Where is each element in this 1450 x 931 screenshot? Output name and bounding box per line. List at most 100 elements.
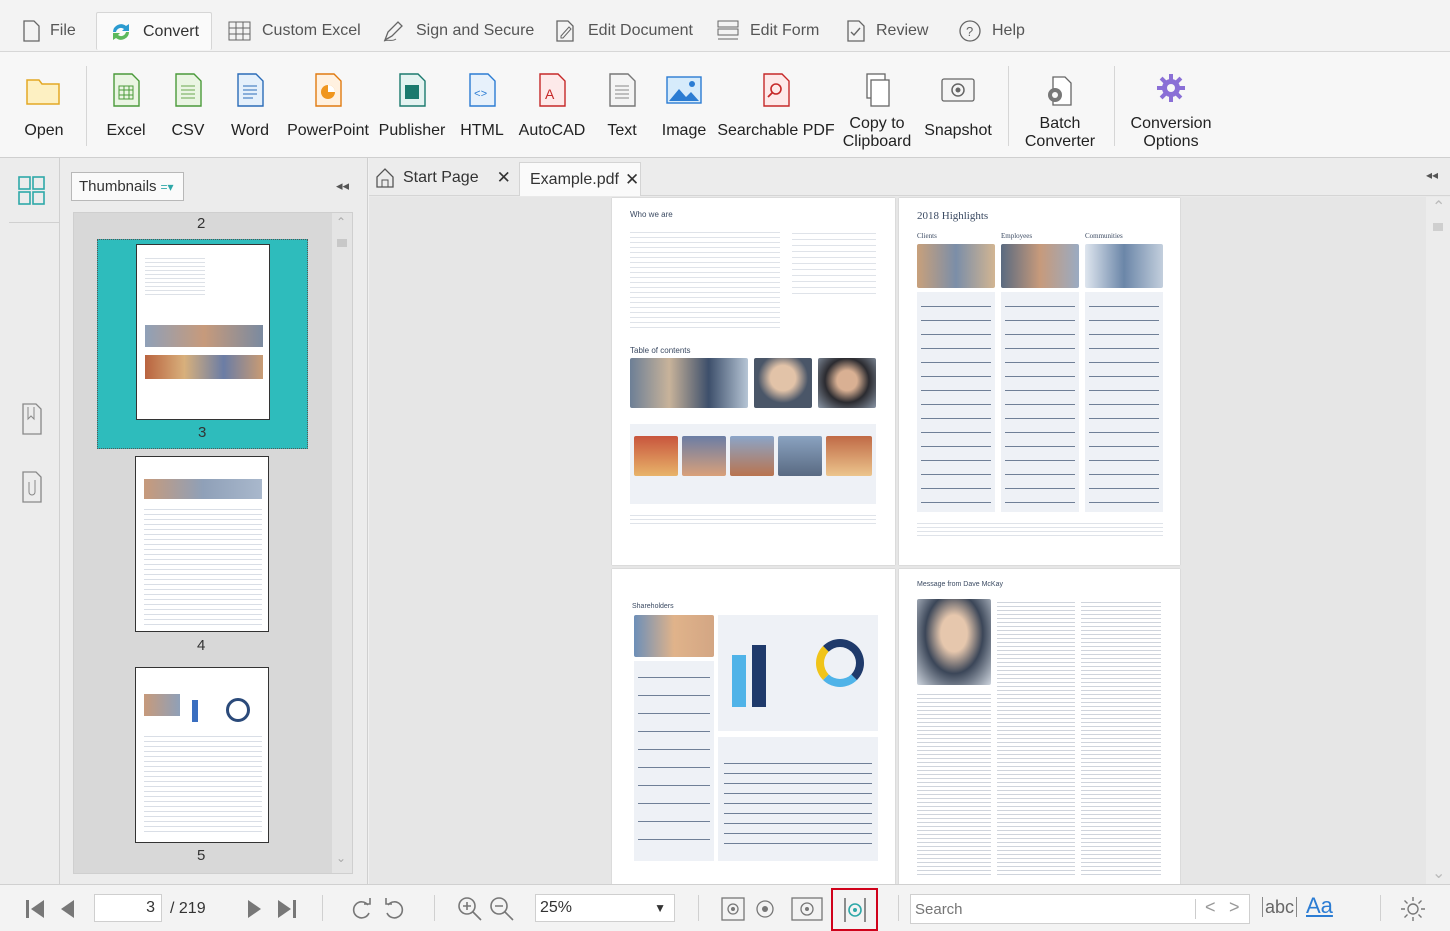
tab-edit-form[interactable]: Edit Form bbox=[716, 12, 819, 50]
tab-custom-excel[interactable]: Custom Excel bbox=[228, 12, 361, 50]
tab-help-label: Help bbox=[992, 22, 1025, 39]
page-text-block bbox=[917, 691, 991, 876]
attachment-icon[interactable] bbox=[20, 470, 44, 504]
view-continuous-icon[interactable] bbox=[752, 896, 778, 922]
thumbnail-page-4[interactable] bbox=[135, 456, 269, 632]
pdf-viewer: Who we are Table of contents 2018 Highli… bbox=[369, 197, 1450, 884]
next-page-icon[interactable] bbox=[246, 898, 264, 920]
zoom-select[interactable]: 25% ▼ bbox=[535, 894, 675, 922]
zoom-in-icon[interactable] bbox=[456, 895, 484, 923]
convert-word-button[interactable]: Word bbox=[228, 52, 272, 158]
snapshot-button[interactable]: Snapshot bbox=[922, 52, 994, 158]
close-icon[interactable]: ✕ bbox=[625, 170, 639, 190]
photo-office bbox=[630, 358, 748, 408]
camera-icon bbox=[941, 78, 975, 102]
match-whole-word-icon[interactable]: abc bbox=[1262, 897, 1298, 917]
zoom-out-icon[interactable] bbox=[488, 895, 516, 923]
form-icon bbox=[717, 20, 739, 40]
thumbnail-scrollbar[interactable]: ⌃ ⌄ bbox=[332, 213, 352, 873]
thumbnail-page-3[interactable]: 3 bbox=[97, 239, 308, 449]
zoom-value: 25% bbox=[540, 899, 573, 916]
thumb-text bbox=[144, 505, 262, 625]
scroll-down-icon[interactable]: ⌄ bbox=[1432, 863, 1445, 883]
convert-text-button[interactable]: Text bbox=[602, 52, 642, 158]
brightness-icon[interactable] bbox=[1400, 896, 1426, 922]
thumbnail-page-5[interactable] bbox=[135, 667, 269, 843]
ribbon-separator bbox=[1008, 66, 1009, 146]
search-box: < > bbox=[910, 894, 1250, 924]
first-page-icon[interactable] bbox=[24, 898, 46, 920]
tab-help[interactable]: ? Help bbox=[958, 12, 1025, 50]
batch-label: Batch Converter bbox=[1025, 115, 1095, 151]
copy-clipboard-label: Copy to Clipboard bbox=[843, 115, 911, 151]
conversion-options-button[interactable]: Conversion Options bbox=[1128, 52, 1214, 158]
thumb-page-label: 5 bbox=[197, 847, 206, 864]
left-side-toolbar bbox=[0, 158, 60, 884]
clipboard-icon bbox=[866, 73, 890, 107]
home-icon bbox=[376, 168, 394, 188]
view-cover-facing-button[interactable] bbox=[831, 888, 878, 931]
copy-line-2: Clipboard bbox=[842, 133, 912, 150]
ribbon-separator bbox=[86, 66, 87, 146]
convert-excel-button[interactable]: Excel bbox=[104, 52, 148, 158]
search-input[interactable] bbox=[911, 895, 1191, 923]
previous-page-icon[interactable] bbox=[58, 898, 76, 920]
scroll-up-icon[interactable]: ⌃ bbox=[336, 215, 346, 229]
page-text-block bbox=[630, 512, 876, 526]
photo bbox=[917, 244, 995, 288]
search-previous-icon[interactable]: < bbox=[1205, 897, 1216, 918]
rotate-counterclockwise-icon[interactable] bbox=[382, 897, 406, 921]
close-icon[interactable]: ✕ bbox=[497, 168, 511, 188]
scroll-up-icon[interactable]: ⌃ bbox=[1432, 197, 1445, 217]
tab-sign-secure-label: Sign and Secure bbox=[416, 22, 535, 39]
document-tabs: Start Page ✕ Example.pdf ✕ ◂◂ bbox=[369, 158, 1450, 196]
page-text-block bbox=[997, 599, 1075, 876]
tab-example-pdf[interactable]: Example.pdf ✕ bbox=[519, 162, 641, 196]
last-page-icon[interactable] bbox=[276, 898, 298, 920]
rotate-clockwise-icon[interactable] bbox=[350, 897, 374, 921]
tab-review[interactable]: Review bbox=[846, 12, 928, 50]
page-number-input[interactable]: 3 bbox=[94, 894, 162, 922]
stats-list bbox=[1089, 298, 1159, 508]
bookmark-icon[interactable] bbox=[20, 402, 44, 436]
tab-start-page[interactable]: Start Page ✕ bbox=[375, 164, 511, 192]
open-button[interactable]: Open bbox=[22, 52, 66, 158]
tab-file[interactable]: File bbox=[22, 12, 76, 50]
tab-convert[interactable]: Convert bbox=[96, 12, 212, 50]
csv-icon bbox=[175, 73, 202, 107]
convert-publisher-button[interactable]: Publisher bbox=[379, 52, 445, 158]
convert-autocad-button[interactable]: A AutoCAD bbox=[518, 52, 586, 158]
tab-edit-document[interactable]: Edit Document bbox=[554, 12, 693, 50]
scroll-thumb[interactable] bbox=[1433, 223, 1443, 231]
collapse-panel-icon[interactable]: ◂◂ bbox=[336, 178, 349, 194]
viewer-scrollbar[interactable]: ⌃ ⌄ bbox=[1426, 197, 1450, 884]
convert-searchable-pdf-button[interactable]: Searchable PDF bbox=[717, 52, 835, 158]
batch-converter-button[interactable]: Batch Converter bbox=[1022, 52, 1098, 158]
tab-sign-secure[interactable]: Sign and Secure bbox=[382, 12, 534, 50]
copy-to-clipboard-button[interactable]: Copy to Clipboard bbox=[842, 52, 912, 158]
thumb-text bbox=[145, 255, 205, 295]
scroll-thumb[interactable] bbox=[337, 239, 347, 247]
menu-tab-bar: File Convert Custom Excel Sign and Secur… bbox=[0, 0, 1450, 52]
view-facing-icon[interactable] bbox=[790, 896, 824, 922]
convert-powerpoint-button[interactable]: PowerPoint bbox=[287, 52, 369, 158]
match-case-icon[interactable]: Aa bbox=[1306, 893, 1333, 919]
page-text-block bbox=[917, 520, 1163, 538]
pen-icon bbox=[383, 21, 403, 42]
search-next-icon[interactable]: > bbox=[1229, 897, 1240, 918]
view-single-icon[interactable] bbox=[720, 896, 746, 922]
pdf-page-3: Who we are Table of contents bbox=[612, 198, 895, 565]
thumbnail-list: 2 3 4 5 ⌃ ⌄ bbox=[73, 212, 353, 874]
collapse-right-icon[interactable]: ◂◂ bbox=[1426, 168, 1438, 182]
thumbnails-dropdown[interactable]: Thumbnails =▾ bbox=[71, 172, 184, 201]
convert-html-button[interactable]: <> HTML bbox=[460, 52, 504, 158]
page-heading: Table of contents bbox=[630, 346, 691, 355]
conversion-options-label: Conversion Options bbox=[1131, 115, 1212, 151]
scroll-down-icon[interactable]: ⌄ bbox=[336, 851, 346, 865]
convert-csv-button[interactable]: CSV bbox=[168, 52, 208, 158]
stats-list bbox=[638, 667, 710, 855]
thumbnails-view-icon[interactable] bbox=[18, 176, 46, 206]
convert-image-button[interactable]: Image bbox=[660, 52, 708, 158]
folder-icon bbox=[26, 79, 60, 105]
separator bbox=[1380, 895, 1381, 921]
